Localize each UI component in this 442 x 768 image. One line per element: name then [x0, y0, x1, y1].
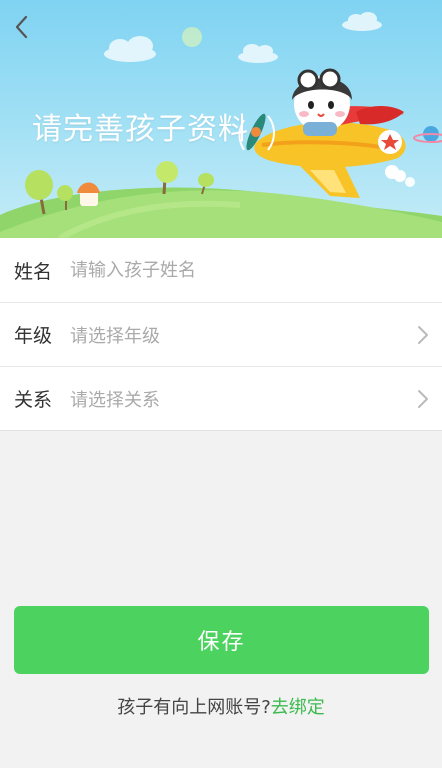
- chevron-right-icon: [418, 325, 428, 344]
- grade-select[interactable]: 请选择年级: [70, 322, 442, 348]
- bind-account-link[interactable]: 去绑定: [271, 697, 325, 718]
- back-button[interactable]: [8, 12, 34, 42]
- grade-row[interactable]: 年级 请选择年级: [0, 302, 442, 366]
- chevron-left-icon: [15, 15, 28, 39]
- bind-prompt-text: 孩子有向上网账号?: [117, 697, 271, 718]
- name-row[interactable]: 姓名: [0, 238, 442, 302]
- relation-label: 关系: [14, 389, 53, 411]
- name-label: 姓名: [14, 260, 53, 283]
- chevron-right-icon: [418, 389, 428, 408]
- page-title: 请完善孩子资料: [32, 112, 249, 147]
- bind-account-prompt: 孩子有向上网账号?去绑定: [0, 693, 442, 719]
- relation-row[interactable]: 关系 请选择关系: [0, 366, 442, 430]
- relation-select[interactable]: 请选择关系: [70, 386, 442, 412]
- grade-label: 年级: [14, 325, 53, 347]
- save-button[interactable]: 保存: [14, 606, 429, 674]
- header-banner: 请完善孩子资料: [0, 0, 442, 238]
- name-input[interactable]: [70, 238, 442, 302]
- child-info-form: 姓名 年级 请选择年级 关系 请选择关系: [0, 238, 442, 431]
